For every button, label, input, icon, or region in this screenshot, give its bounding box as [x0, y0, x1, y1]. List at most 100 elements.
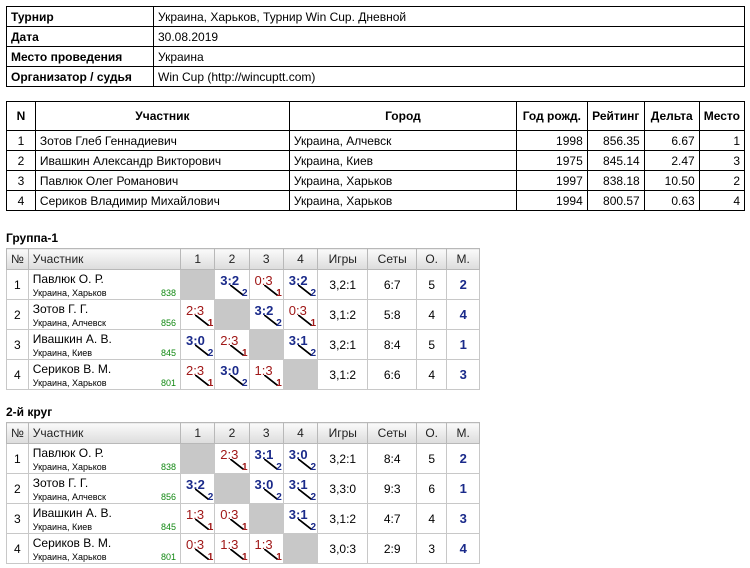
participant-city: Украина, Алчевск — [32, 318, 106, 328]
participant-city: Украина, Киев — [288, 150, 517, 171]
self-cell — [248, 329, 284, 360]
participant-rating: 801 — [161, 552, 177, 562]
match-points: 2 — [276, 462, 282, 473]
self-cell — [180, 269, 216, 300]
match-points: 2 — [241, 378, 248, 389]
games-value: 3,3:0 — [317, 473, 369, 504]
participant-cell: Ивашкин А. В. Украина, Киев 845 — [27, 329, 182, 360]
participant-city: Украина, Харьков — [32, 552, 107, 562]
place-value: 3 — [446, 503, 480, 534]
participant-row: 2 Ивашкин Александр Викторович Украина, Ки… — [6, 150, 746, 171]
participant-short-name: Ивашкин А. В. — [32, 332, 112, 346]
row-number: 1 — [6, 269, 29, 300]
match-result-cell: 3:0 2 — [282, 443, 319, 474]
match-result-cell: 3:1 2 — [248, 443, 284, 474]
match-points: 2 — [207, 492, 214, 503]
points-value: 5 — [415, 269, 448, 300]
place-value: 2 — [446, 269, 480, 300]
match-points: 1 — [276, 378, 282, 389]
participant-city: Украина, Харьков — [32, 462, 107, 472]
participant-place: 4 — [698, 190, 746, 211]
sets-value: 8:4 — [367, 329, 417, 360]
row-number: 2 — [6, 473, 29, 504]
header-sets: Сеты — [367, 248, 417, 270]
info-label: Дата — [6, 26, 154, 47]
match-points: 1 — [207, 552, 214, 563]
self-cell — [214, 299, 250, 330]
self-cell — [180, 443, 216, 474]
match-points: 1 — [241, 552, 248, 563]
info-label: Организатор / судья — [6, 66, 154, 87]
row-number: 3 — [6, 329, 29, 360]
place-value: 2 — [446, 443, 480, 474]
participant-rating: 845 — [161, 522, 177, 532]
games-value: 3,2:1 — [317, 329, 369, 360]
participant-short-name: Зотов Г. Г. — [32, 476, 89, 490]
participant-place: 3 — [698, 150, 746, 171]
self-cell — [248, 503, 284, 534]
header-col-1: 1 — [180, 248, 216, 270]
participant-rating: 838.18 — [586, 170, 645, 191]
match-points: 1 — [207, 318, 214, 329]
points-value: 5 — [415, 329, 448, 360]
participant-n: 4 — [6, 190, 36, 211]
match-points: 2 — [241, 288, 248, 299]
match-result-cell: 2:3 1 — [214, 329, 250, 360]
group-row: 2 Зотов Г. Г. Украина, Алчевск 856 2:3 1 3:2 2 0… — [6, 299, 480, 330]
participant-rating: 845.14 — [586, 150, 645, 171]
games-value: 3,1:2 — [317, 503, 369, 534]
match-result-cell: 3:0 2 — [248, 473, 284, 504]
self-cell — [282, 359, 319, 390]
self-cell — [214, 473, 250, 504]
match-result-cell: 1:3 1 — [248, 359, 284, 390]
games-value: 3,2:1 — [317, 269, 369, 300]
participants-body: 1 Зотов Глеб Геннадиевич Украина, Алчевск 1… — [6, 130, 746, 211]
match-result-cell: 3:2 2 — [214, 269, 250, 300]
group-header-row: № Участник 1 2 3 4 Игры Сеты О. М. — [6, 422, 480, 444]
col-header-delta: Дельта — [643, 101, 700, 131]
participant-place: 2 — [698, 170, 746, 191]
points-value: 4 — [415, 503, 448, 534]
participant-birth-year: 1997 — [515, 170, 588, 191]
header-col-3: 3 — [248, 248, 284, 270]
row-number: 4 — [6, 359, 29, 390]
place-value: 1 — [446, 473, 480, 504]
header-n: № — [6, 422, 29, 444]
participant-short-name: Сериков В. М. — [32, 536, 112, 550]
header-col-2: 2 — [214, 422, 250, 444]
match-points: 2 — [207, 348, 214, 359]
games-value: 3,0:3 — [317, 533, 369, 564]
participant-short-name: Павлюк О. Р. — [32, 272, 104, 286]
participant-short-name: Зотов Г. Г. — [32, 302, 89, 316]
row-number: 3 — [6, 503, 29, 534]
participant-rating: 838 — [161, 462, 177, 472]
participant-city: Украина, Алчевск — [288, 130, 517, 151]
participant-short-name: Сериков В. М. — [32, 362, 112, 376]
sets-value: 8:4 — [367, 443, 417, 474]
match-points: 1 — [207, 522, 214, 533]
group-table: № Участник 1 2 3 4 Игры Сеты О. М. 1 Павлюк О. Р. Ук… — [6, 422, 480, 564]
header-games: Игры — [317, 248, 369, 270]
header-n: № — [6, 248, 29, 270]
group-row: 2 Зотов Г. Г. Украина, Алчевск 856 3:2 2 3:0 2 3… — [6, 473, 480, 504]
group-row: 4 Сериков В. М. Украина, Харьков 801 0:3 1 1:3… — [6, 533, 480, 564]
participant-row: 3 Павлюк Олег Романович Украина, Харьков 19… — [6, 170, 746, 191]
header-col-1: 1 — [180, 422, 216, 444]
participant-cell: Сериков В. М. Украина, Харьков 801 — [27, 533, 182, 564]
participant-city: Украина, Киев — [32, 522, 93, 532]
match-points: 2 — [310, 288, 317, 299]
participant-birth-year: 1975 — [515, 150, 588, 171]
match-result-cell: 3:2 2 — [282, 269, 319, 300]
participant-delta: 6.67 — [643, 130, 700, 151]
participant-cell: Сериков В. М. Украина, Харьков 801 — [27, 359, 182, 390]
participant-n: 3 — [6, 170, 36, 191]
games-value: 3,2:1 — [317, 443, 369, 474]
match-result-cell: 2:3 1 — [214, 443, 250, 474]
info-value: Украина — [153, 46, 745, 67]
participant-cell: Зотов Г. Г. Украина, Алчевск 856 — [27, 299, 182, 330]
games-value: 3,1:2 — [317, 299, 369, 330]
group-row: 4 Сериков В. М. Украина, Харьков 801 2:3 1 3:0… — [6, 359, 480, 390]
match-points: 2 — [276, 492, 282, 503]
info-row: Организатор / судья Win Cup (http://winc… — [6, 66, 745, 87]
participant-row: 1 Зотов Глеб Геннадиевич Украина, Алчевск 1… — [6, 130, 746, 151]
